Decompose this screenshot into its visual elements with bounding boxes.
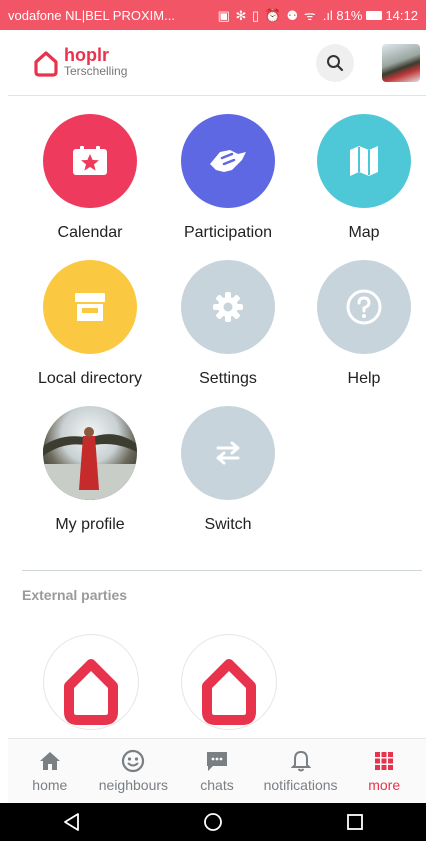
recents-icon[interactable] (344, 811, 366, 833)
menu-label: Participation (183, 224, 273, 241)
search-icon (327, 55, 344, 72)
app-header: hoplr Terschelling (8, 30, 426, 96)
menu-label: Map (348, 224, 380, 241)
settings-tile (181, 260, 275, 354)
menu-item-settings[interactable]: Settings (158, 260, 298, 388)
system-nav-bar (0, 803, 426, 841)
map-tile (317, 114, 411, 208)
bell-icon (290, 750, 311, 772)
map-icon (350, 146, 378, 176)
menu-label: Help (347, 370, 381, 387)
nav-label: neighbours (98, 777, 169, 793)
swap-icon (216, 441, 240, 465)
clock: 14:12 (385, 7, 418, 23)
nav-home[interactable]: home (8, 739, 92, 803)
hoplr-logo-icon (64, 659, 118, 725)
home-system-icon[interactable] (202, 811, 224, 833)
help-icon (346, 289, 382, 325)
avatar (43, 427, 137, 500)
menu-label: My profile (55, 516, 125, 533)
menu-item-map[interactable]: Map (294, 114, 426, 242)
carrier-label: vodafone NL|BEL PROXIM... (8, 7, 175, 23)
nav-label: more (368, 777, 401, 793)
home-icon (39, 752, 60, 770)
local-directory-tile (43, 260, 137, 354)
participation-tile (181, 114, 275, 208)
menu-label: Calendar (57, 224, 123, 241)
status-bar: vodafone NL|BEL PROXIM... ▣ ✻ ▯ ⏰ ⚉ ᯤ .ı… (0, 0, 426, 30)
menu-item-help[interactable]: Help (294, 260, 426, 388)
external-party-1[interactable] (43, 634, 139, 730)
calendar-tile (43, 114, 137, 208)
community-name: Terschelling (64, 64, 128, 78)
help-tile (317, 260, 411, 354)
external-parties-heading: External parties (22, 587, 128, 603)
handshake-icon (210, 150, 246, 172)
bottom-nav: home neighbours chats notifications more (8, 738, 426, 803)
shop-icon (75, 293, 105, 321)
menu-item-calendar[interactable]: Calendar (20, 114, 160, 242)
calendar-star-icon (73, 146, 107, 175)
nav-more[interactable]: more (342, 739, 426, 803)
menu-item-switch[interactable]: Switch (158, 406, 298, 534)
external-party-2[interactable] (181, 634, 277, 730)
back-icon[interactable] (60, 811, 82, 833)
menu-label: Local directory (37, 370, 143, 387)
battery-label: .ıl 81% (322, 7, 363, 23)
menu-label: Switch (204, 516, 252, 533)
gear-icon (213, 292, 243, 322)
left-edge (0, 30, 8, 803)
menu-item-local-directory[interactable]: Local directory (20, 260, 160, 388)
avatar[interactable] (382, 44, 420, 82)
profile-photo (43, 406, 137, 500)
hoplr-logo-icon (34, 51, 58, 77)
brand: hoplr Terschelling (64, 46, 127, 78)
section-divider (22, 570, 422, 571)
battery-icon (366, 10, 383, 20)
nav-chats[interactable]: chats (175, 739, 259, 803)
neighbours-icon (122, 749, 145, 773)
nav-label: notifications (263, 777, 338, 793)
menu-item-my-profile[interactable]: My profile (20, 406, 160, 534)
nav-notifications[interactable]: notifications (259, 739, 343, 803)
menu-label: Settings (199, 370, 257, 387)
menu-item-participation[interactable]: Participation (158, 114, 298, 242)
grid-icon (375, 752, 394, 770)
hoplr-logo-icon (202, 659, 256, 725)
chat-icon (206, 752, 227, 771)
nav-label: home (32, 777, 68, 793)
brand-name: hoplr (64, 45, 109, 65)
nav-label: chats (200, 777, 234, 793)
status-icons: ▣ ✻ ▯ ⏰ ⚉ ᯤ (217, 8, 317, 23)
nav-neighbours[interactable]: neighbours (92, 739, 176, 803)
search-button[interactable] (316, 44, 354, 82)
switch-tile (181, 406, 275, 500)
